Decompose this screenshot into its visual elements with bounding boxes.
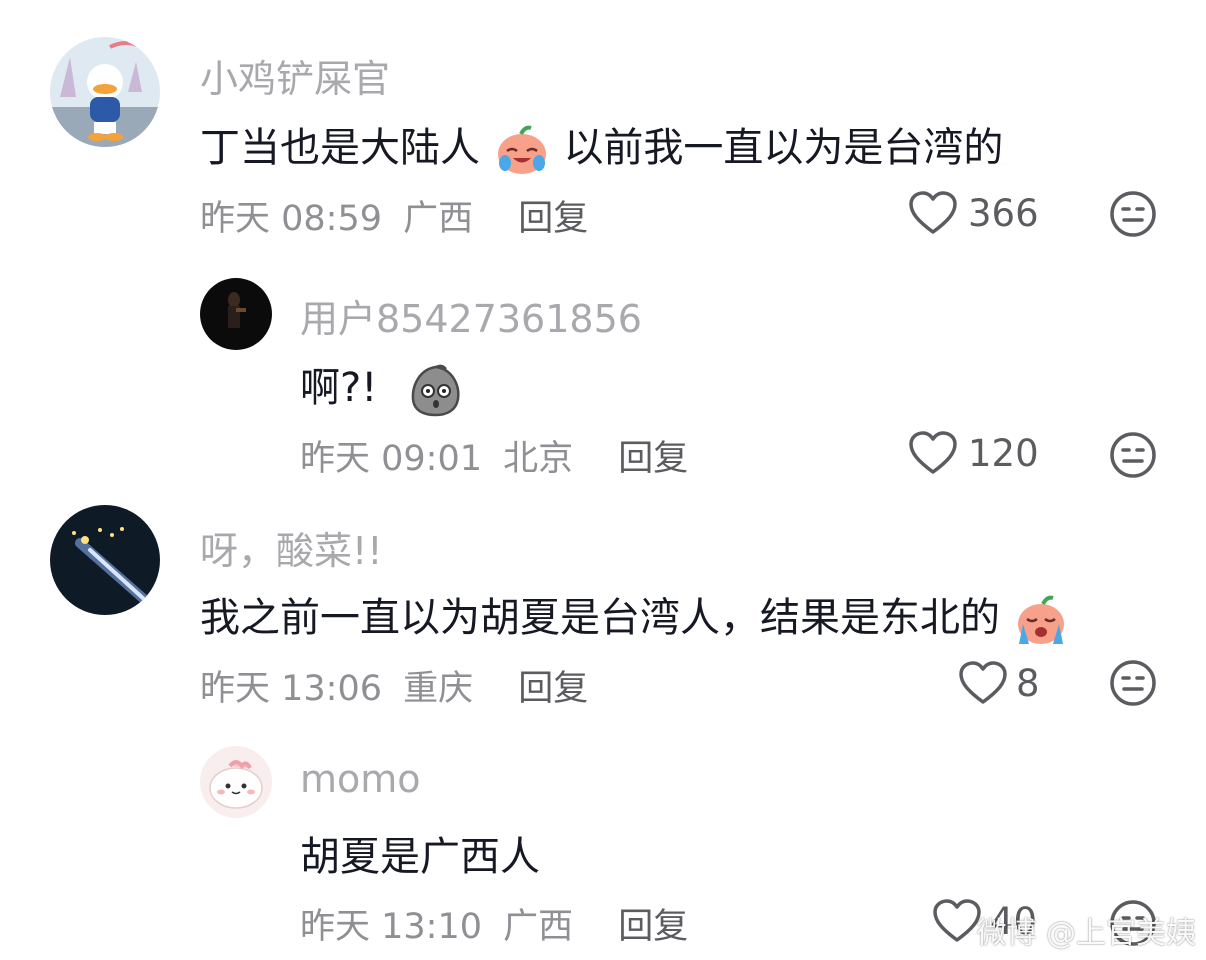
comment-meta: 昨天 13:10 广西 回复 xyxy=(300,898,688,949)
comment-text-part: 胡夏是广西人 xyxy=(300,834,540,880)
comment-4: momo 胡夏是广西人 昨天 13:10 广西 回复 40 xyxy=(0,0,1206,960)
comment-username[interactable]: momo xyxy=(300,757,421,801)
weibo-watermark: 微博 @上官美姨 xyxy=(976,916,1196,951)
comment-text: 胡夏是广西人 xyxy=(300,824,540,882)
reply-button[interactable]: 回复 xyxy=(618,907,688,947)
comment-location: 广西 xyxy=(503,907,574,947)
avatar-cute-character[interactable] xyxy=(200,746,272,818)
heart-outline-icon xyxy=(932,898,982,944)
comment-time: 昨天 13:10 xyxy=(300,907,482,947)
